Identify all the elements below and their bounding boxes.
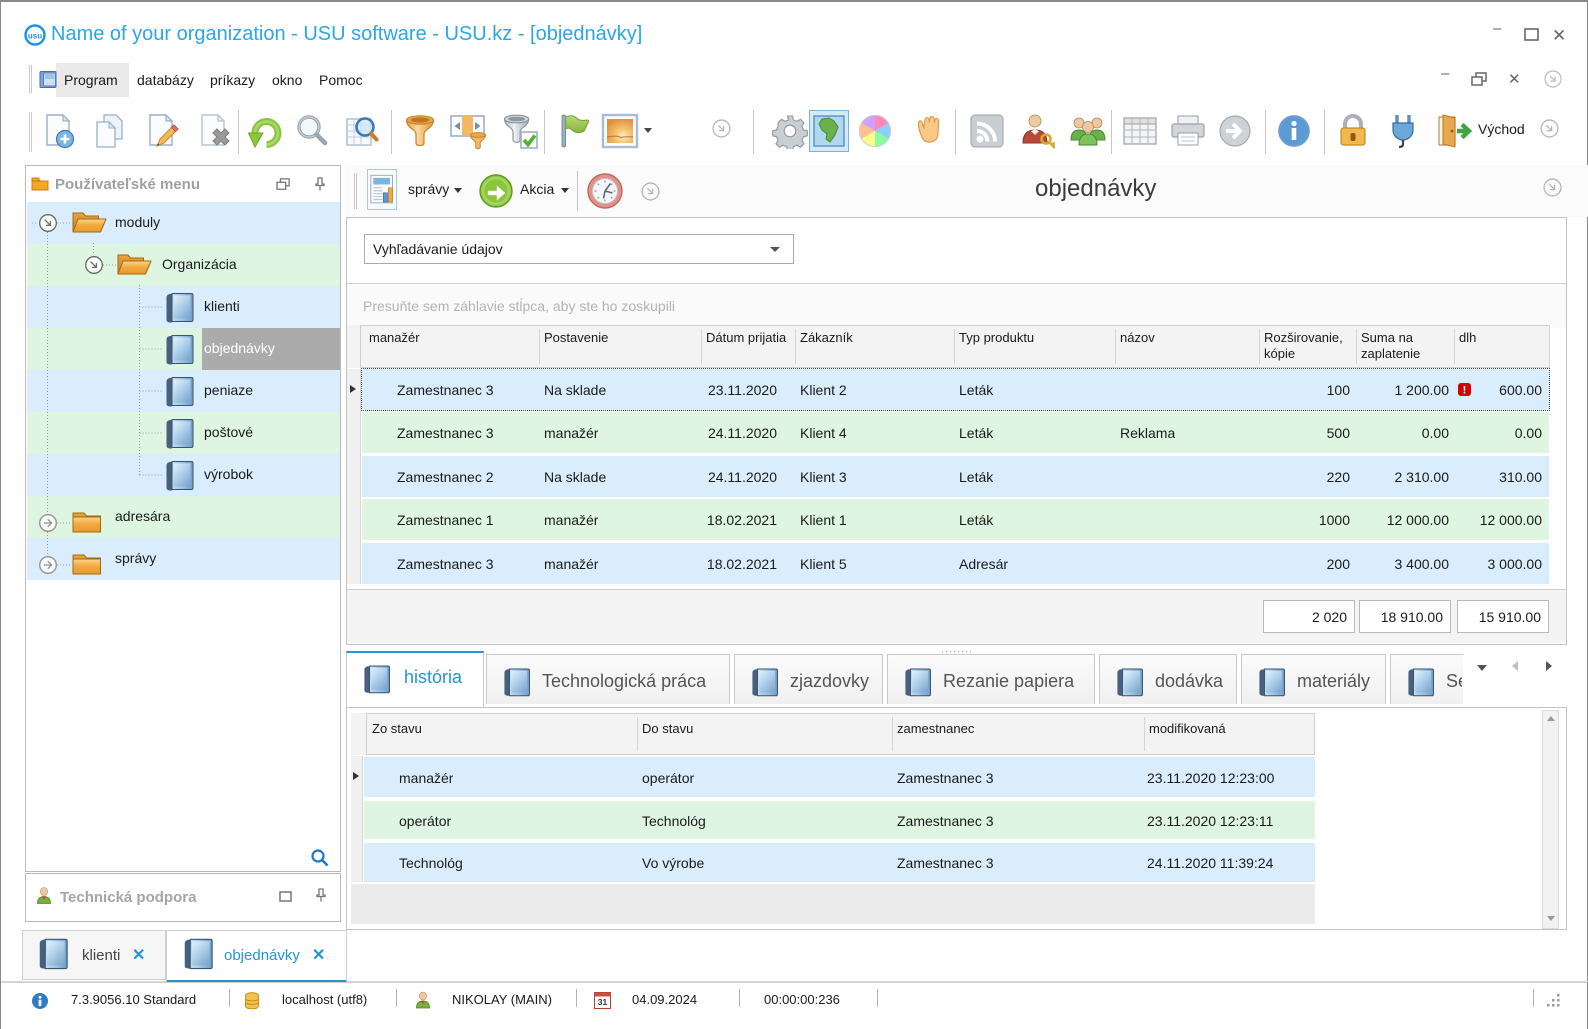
svg-text:usu: usu bbox=[28, 32, 42, 41]
svg-text:31: 31 bbox=[598, 997, 608, 1007]
